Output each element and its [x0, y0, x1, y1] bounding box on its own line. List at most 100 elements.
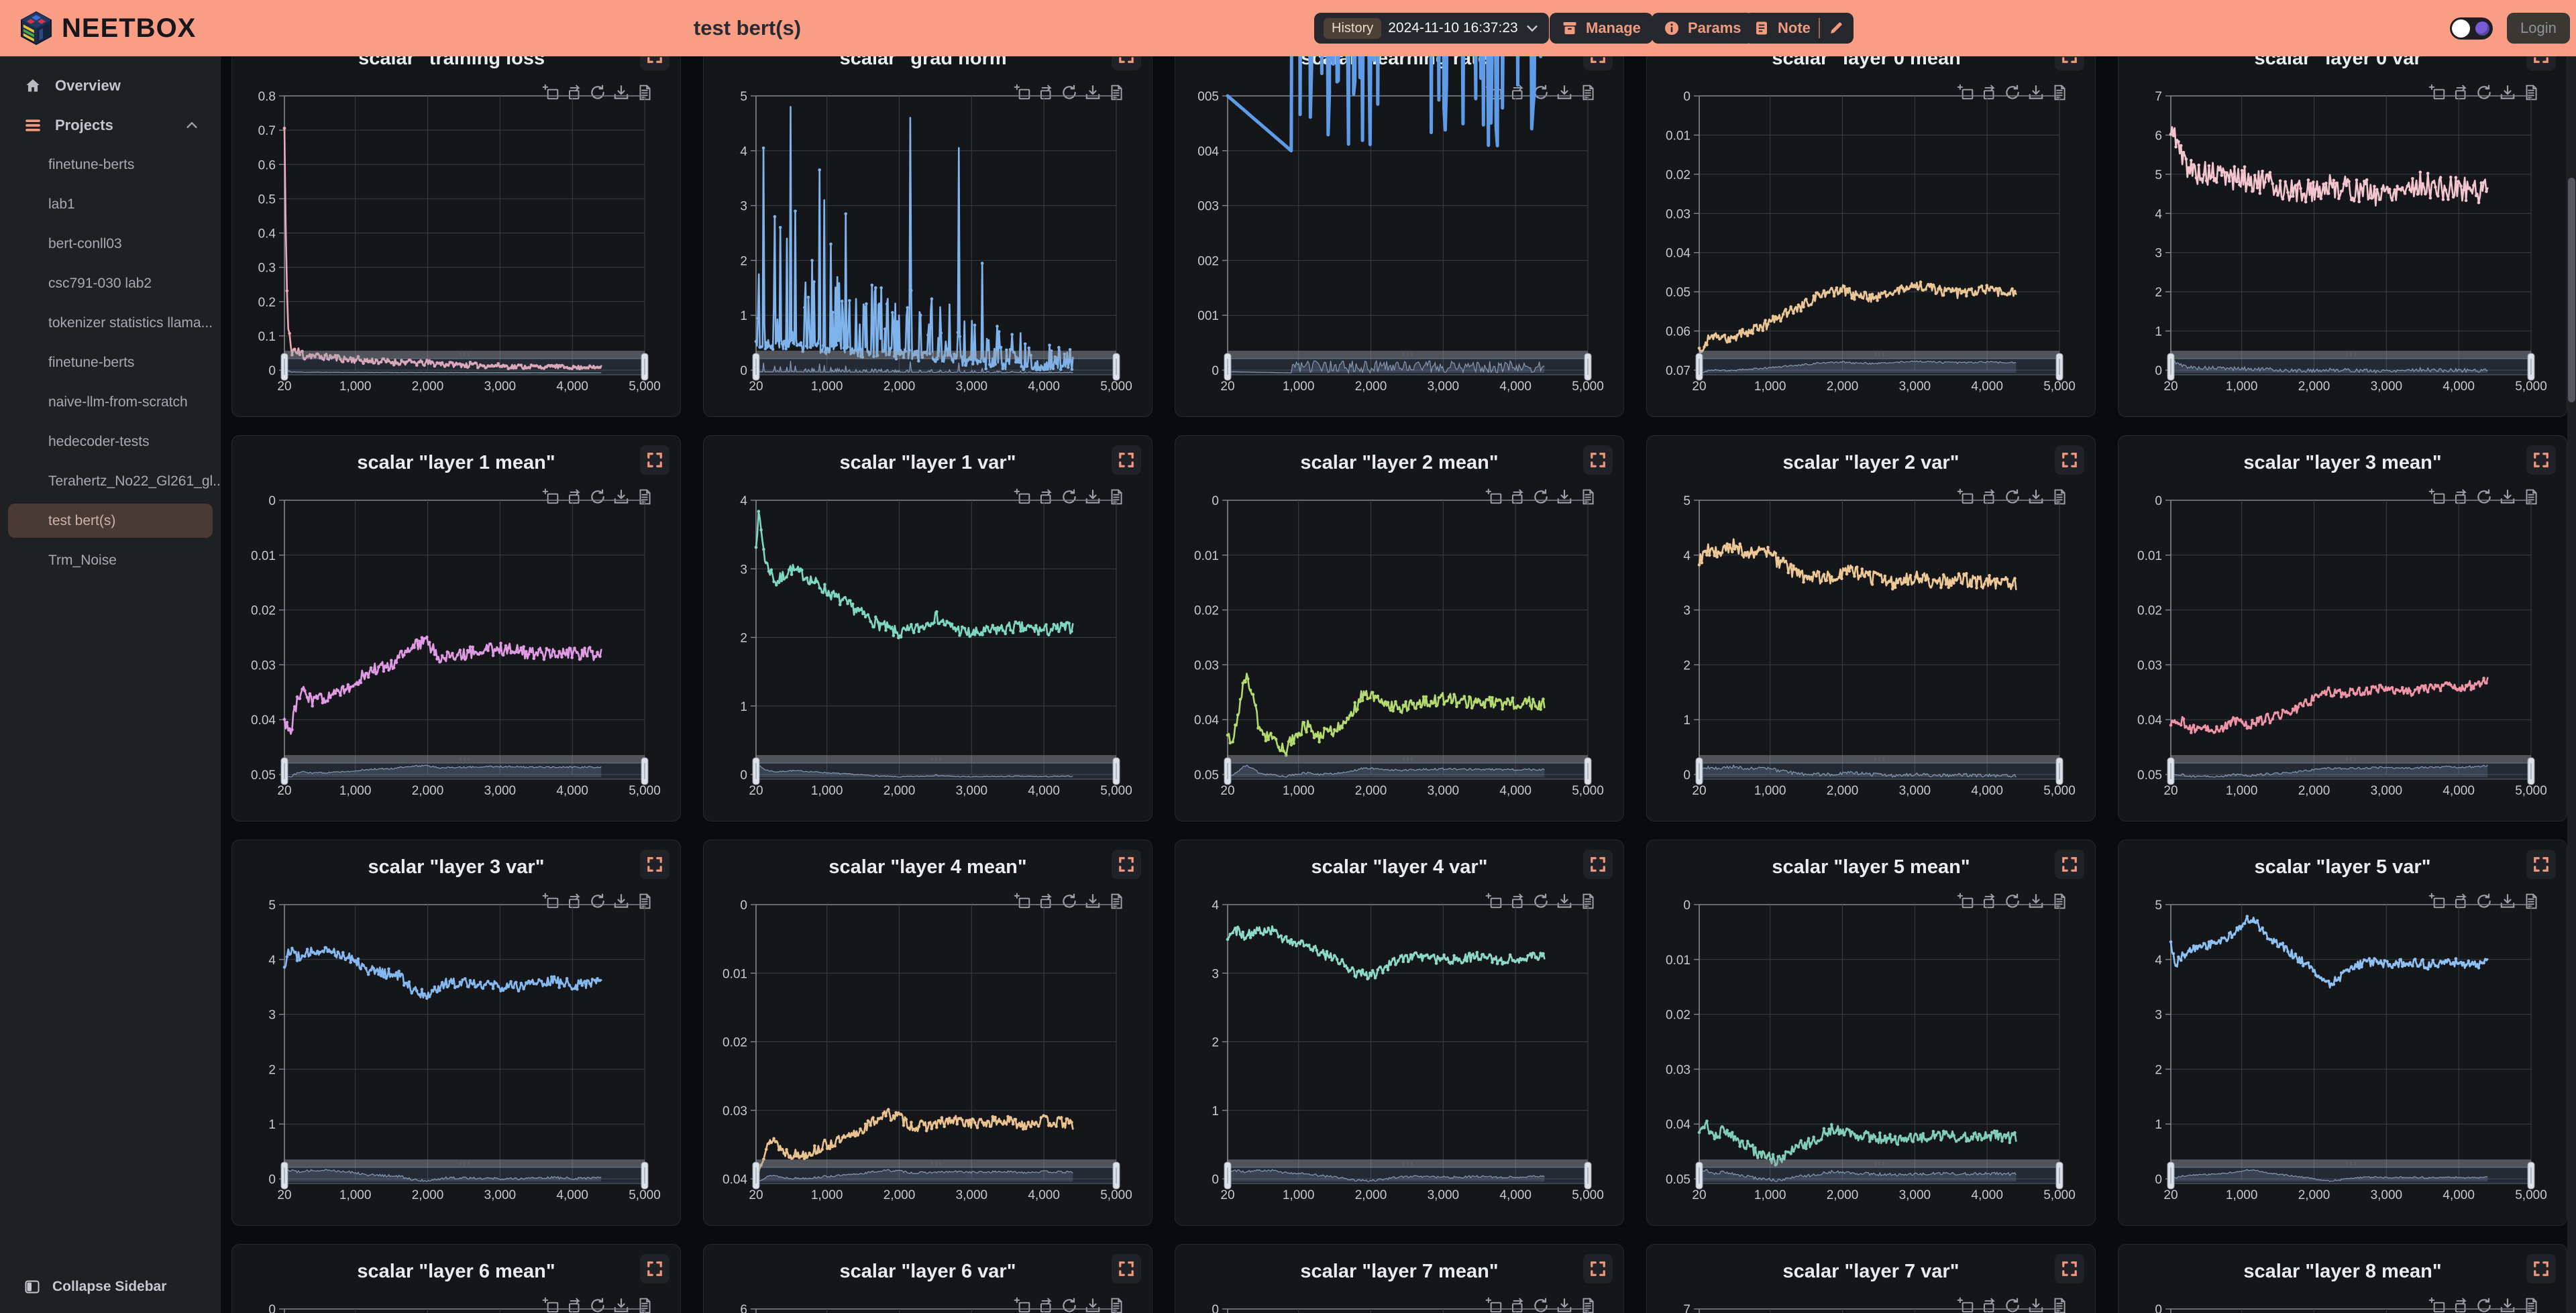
chart-canvas[interactable]: 543210201,0002,0003,0004,0005,000 — [1647, 436, 2096, 822]
chart-canvas[interactable]: 00.010.020.030.040.05201,0002,0003,0004,… — [232, 436, 682, 822]
sidebar-item-overview[interactable]: Overview — [0, 66, 221, 105]
svg-text:1: 1 — [740, 700, 747, 714]
svg-text:0.3: 0.3 — [258, 262, 276, 276]
theme-toggle[interactable] — [2450, 17, 2493, 40]
svg-text:5,000: 5,000 — [1572, 380, 1604, 394]
svg-text:1,000: 1,000 — [811, 380, 843, 394]
edit-pencil-icon[interactable] — [1828, 20, 1844, 36]
svg-text:6: 6 — [2155, 129, 2162, 143]
chart-canvas[interactable]: 543210201,0002,0003,0004,0005,000 — [704, 56, 1153, 418]
scrollbar-thumb[interactable] — [2568, 178, 2575, 402]
sidebar-project-item[interactable]: finetune-berts — [0, 145, 221, 184]
chart-canvas[interactable]: 00.010.020.030.040.050.060.07201,0002,00… — [1647, 56, 2096, 418]
note-button[interactable]: Note — [1754, 19, 1811, 37]
svg-text:0.03: 0.03 — [1194, 659, 1219, 673]
sidebar-project-item[interactable]: tokenizer statistics llama... — [0, 303, 221, 343]
svg-text:0: 0 — [268, 1173, 276, 1187]
svg-text:0: 0 — [740, 364, 747, 378]
svg-text:001: 001 — [1197, 309, 1219, 323]
svg-text:0: 0 — [740, 768, 747, 783]
svg-text:20: 20 — [749, 1188, 763, 1202]
sidebar-project-item[interactable]: csc791-030 lab2 — [0, 264, 221, 303]
chart-card: scalar "layer 0 var" — [2118, 56, 2567, 417]
svg-text:20: 20 — [1692, 380, 1706, 394]
svg-text:0: 0 — [2155, 494, 2162, 508]
chart-canvas[interactable]: 00.010.020.030.040.05201,0002,0003,0004,… — [1647, 840, 2096, 1226]
svg-text:0.04: 0.04 — [1666, 247, 1690, 261]
page-scrollbar[interactable] — [2567, 56, 2576, 1313]
chart-canvas[interactable]: 543210201,0002,0003,0004,0005,000 — [232, 840, 682, 1226]
svg-text:0.01: 0.01 — [251, 549, 276, 563]
svg-text:0.02: 0.02 — [722, 1036, 747, 1050]
svg-text:3: 3 — [2155, 247, 2162, 261]
svg-text:4,000: 4,000 — [2443, 380, 2475, 394]
login-button[interactable]: Login — [2507, 13, 2570, 44]
svg-text:1,000: 1,000 — [2226, 784, 2258, 798]
sidebar-project-item[interactable]: naive-llm-from-scratch — [0, 382, 221, 422]
chart-canvas[interactable]: 76543210201,0002,0003,0004,0005,000 — [2118, 56, 2568, 418]
svg-text:5: 5 — [268, 899, 276, 913]
svg-text:0: 0 — [1212, 1173, 1219, 1187]
login-label: Login — [2520, 19, 2557, 37]
project-list: finetune-bertslab1bert-conll03csc791-030… — [0, 145, 221, 580]
sidebar-project-item[interactable]: bert-conll03 — [0, 224, 221, 264]
chart-canvas[interactable]: 543210201,0002,0003,0004,0005,000 — [2118, 840, 2568, 1226]
svg-text:0.2: 0.2 — [258, 296, 276, 310]
chart-card: scalar "layer 3 var" — [231, 840, 681, 1226]
svg-text:0: 0 — [740, 899, 747, 913]
manage-label: Manage — [1586, 19, 1641, 37]
chart-canvas[interactable]: 00.010.020.030.040.05201,0002,0003,0004,… — [1175, 436, 1625, 822]
svg-text:2: 2 — [740, 254, 747, 268]
chart-canvas[interactable]: 76543210201,0002,0003,0004,0005,000 — [1647, 1245, 2096, 1313]
svg-text:0: 0 — [1212, 364, 1219, 378]
chart-canvas[interactable]: 6543210201,0002,0003,0004,0005,000 — [704, 1245, 1153, 1313]
svg-text:5: 5 — [2155, 168, 2162, 182]
chart-canvas[interactable]: 0050040030020010201,0002,0003,0004,0005,… — [1175, 56, 1625, 418]
sidebar-project-item[interactable]: lab1 — [0, 184, 221, 224]
sidebar-item-projects[interactable]: Projects — [0, 105, 221, 145]
svg-text:0.02: 0.02 — [251, 604, 276, 618]
svg-text:3,000: 3,000 — [2371, 1188, 2403, 1202]
params-button[interactable]: Params — [1652, 13, 1754, 44]
svg-text:3,000: 3,000 — [1899, 380, 1931, 394]
chart-canvas[interactable]: 0.80.70.60.50.40.30.20.10201,0002,0003,0… — [232, 56, 682, 418]
logo[interactable]: NEETBOX — [20, 0, 196, 56]
svg-text:1: 1 — [1212, 1104, 1219, 1119]
svg-text:2: 2 — [2155, 1063, 2162, 1077]
svg-text:0.05: 0.05 — [1666, 286, 1690, 300]
svg-text:20: 20 — [1692, 784, 1706, 798]
sidebar-project-item[interactable]: Trm_Noise — [0, 540, 221, 580]
svg-text:3,000: 3,000 — [1428, 784, 1460, 798]
svg-text:20: 20 — [277, 784, 291, 798]
chart-canvas[interactable]: 43210201,0002,0003,0004,0005,000 — [1175, 840, 1625, 1226]
collapse-sidebar-button[interactable]: Collapse Sidebar — [0, 1270, 221, 1304]
svg-text:0.05: 0.05 — [251, 768, 276, 783]
logo-text: NEETBOX — [62, 13, 196, 44]
sidebar-project-item[interactable]: finetune-berts — [0, 343, 221, 382]
sidebar-project-item[interactable]: hedecoder-tests — [0, 422, 221, 461]
svg-text:0: 0 — [268, 1303, 276, 1313]
chart-card: scalar "layer 6 var" — [703, 1244, 1152, 1313]
svg-text:3,000: 3,000 — [2371, 784, 2403, 798]
svg-text:5,000: 5,000 — [2515, 1188, 2547, 1202]
chart-canvas[interactable]: 00.010.020.030.040.05201,0002,0003,0004,… — [1175, 1245, 1625, 1313]
history-select[interactable]: History 2024-11-10 16:37:23 — [1314, 13, 1549, 44]
svg-text:2,000: 2,000 — [1355, 380, 1387, 394]
sidebar-project-item[interactable]: test bert(s) — [8, 504, 213, 538]
chart-canvas[interactable]: 00.010.020.030.04201,0002,0003,0004,0005… — [704, 840, 1153, 1226]
chart-canvas[interactable]: 00.010.020.030.040.05201,0002,0003,0004,… — [2118, 436, 2568, 822]
sidebar-project-item[interactable]: Terahertz_No22_Gl261_gl... — [0, 461, 221, 501]
svg-text:1,000: 1,000 — [1754, 380, 1786, 394]
svg-text:20: 20 — [1220, 1188, 1234, 1202]
manage-button[interactable]: Manage — [1550, 13, 1653, 44]
svg-text:3: 3 — [740, 563, 747, 577]
svg-text:2,000: 2,000 — [883, 380, 916, 394]
chart-canvas[interactable]: 00.010.020.030.040.05201,0002,0003,0004,… — [232, 1245, 682, 1313]
chart-canvas[interactable]: 43210201,0002,0003,0004,0005,000 — [704, 436, 1153, 822]
collapse-sidebar-icon — [24, 1279, 40, 1295]
neetbox-logo-icon — [20, 11, 52, 46]
chart-canvas[interactable]: 00.010.020.030.040.05201,0002,0003,0004,… — [2118, 1245, 2568, 1313]
svg-text:0: 0 — [1212, 1303, 1219, 1313]
svg-text:5: 5 — [2155, 899, 2162, 913]
svg-text:4: 4 — [1212, 899, 1219, 913]
